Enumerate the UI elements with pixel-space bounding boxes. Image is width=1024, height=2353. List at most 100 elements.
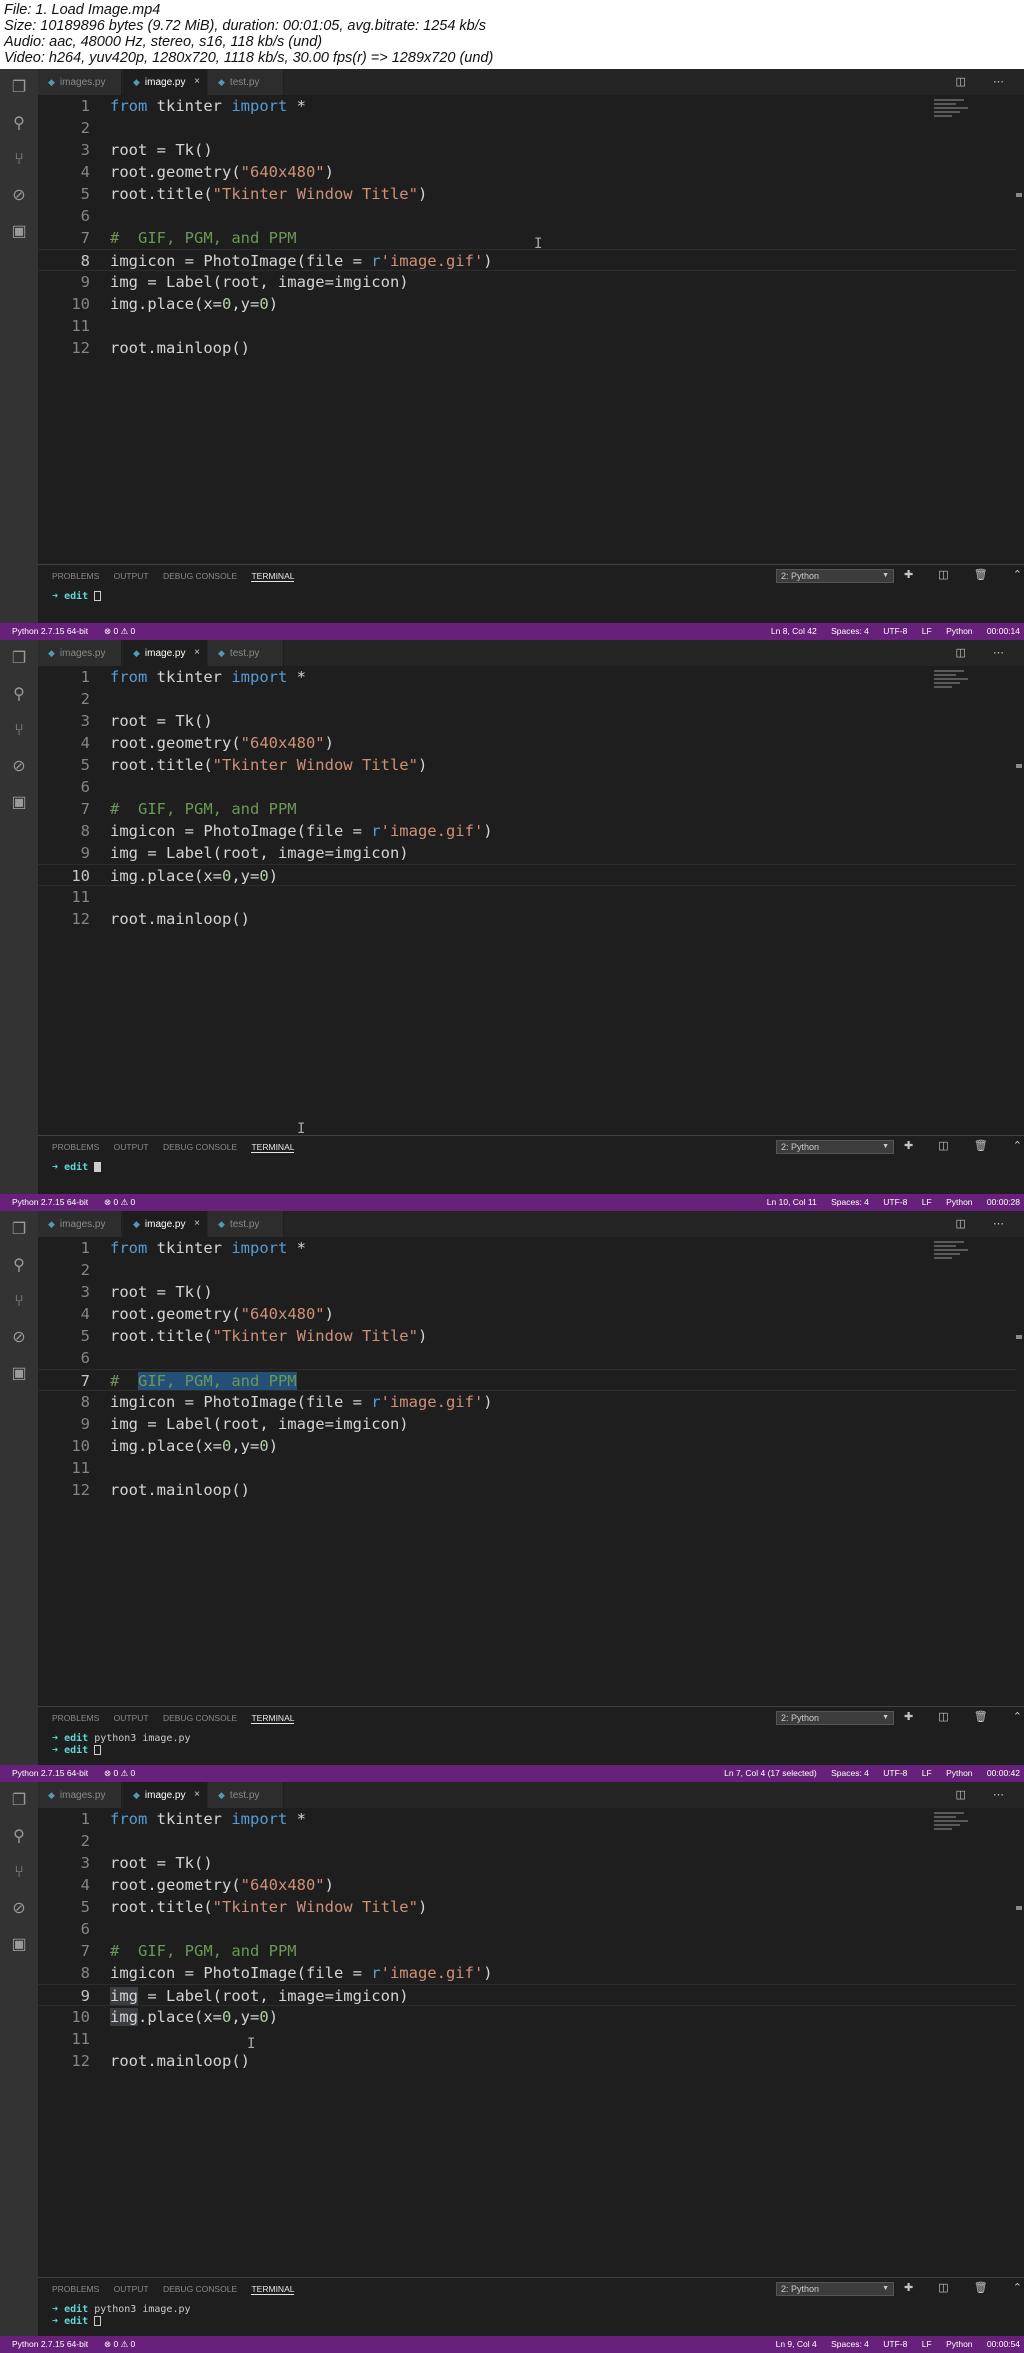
extensions-icon[interactable]: ▣ <box>10 223 28 241</box>
language-mode[interactable]: Python <box>946 626 972 636</box>
tab-image-py[interactable]: ◆ image.py × <box>123 1782 207 1808</box>
tab-output[interactable]: OUTPUT <box>114 2284 149 2294</box>
cursor-position[interactable]: Ln 8, Col 42 <box>771 626 817 636</box>
debug-icon[interactable]: ⊘ <box>10 1329 28 1347</box>
tab-debug-console[interactable]: DEBUG CONSOLE <box>163 1713 237 1723</box>
terminal-select[interactable]: 2: Python ▼ <box>776 1140 894 1154</box>
files-icon[interactable]: ❐ <box>10 79 28 97</box>
terminal-select[interactable]: 2: Python ▼ <box>776 1711 894 1725</box>
editor-scrollbar[interactable] <box>1016 666 1022 966</box>
panel-actions[interactable]: ✚ ◫ 🗑 ⌃ ✕ <box>904 1139 1024 1152</box>
files-icon[interactable]: ❐ <box>10 650 28 668</box>
tab-test-py[interactable]: ◆ test.py <box>208 69 284 95</box>
tab-terminal[interactable]: TERMINAL <box>251 1713 295 1724</box>
close-tab-icon[interactable]: × <box>194 69 200 95</box>
editor-actions[interactable]: ◫ ⋯ <box>956 640 1016 666</box>
indentation[interactable]: Spaces: 4 <box>831 2339 869 2349</box>
python-interpreter[interactable]: Python 2.7.15 64-bit <box>12 1194 88 1211</box>
editor-actions[interactable]: ◫ ⋯ <box>956 1211 1016 1237</box>
cursor-position[interactable]: Ln 10, Col 11 <box>767 1197 817 1207</box>
panel-actions[interactable]: ✚ ◫ 🗑 ⌃ ✕ <box>904 1710 1024 1723</box>
tab-output[interactable]: OUTPUT <box>114 1713 149 1723</box>
encoding[interactable]: UTF-8 <box>883 2339 907 2349</box>
files-icon[interactable]: ❐ <box>10 1792 28 1810</box>
encoding[interactable]: UTF-8 <box>883 1768 907 1778</box>
code-editor[interactable]: 1 from tkinter import * 2 3 root = Tk() 4r… <box>38 1808 1016 2208</box>
tab-images-py[interactable]: ◆ images.py <box>38 640 122 666</box>
close-tab-icon[interactable]: × <box>194 1211 200 1237</box>
debug-icon[interactable]: ⊘ <box>10 1900 28 1918</box>
close-tab-icon[interactable]: × <box>194 1782 200 1808</box>
debug-icon[interactable]: ⊘ <box>10 187 28 205</box>
language-mode[interactable]: Python <box>946 1768 972 1778</box>
panel-actions[interactable]: ✚ ◫ 🗑 ⌃ ✕ <box>904 568 1024 581</box>
tab-debug-console[interactable]: DEBUG CONSOLE <box>163 2284 237 2294</box>
cursor-position[interactable]: Ln 7, Col 4 (17 selected) <box>724 1768 817 1778</box>
minimap[interactable] <box>934 1812 978 1840</box>
tab-image-py[interactable]: ◆ image.py × <box>123 640 207 666</box>
tab-terminal[interactable]: TERMINAL <box>251 1142 295 1153</box>
tab-test-py[interactable]: ◆ test.py <box>208 1211 284 1237</box>
tab-image-py[interactable]: ◆ image.py × <box>123 69 207 95</box>
tab-problems[interactable]: PROBLEMS <box>52 571 99 581</box>
code-editor[interactable]: 1 from tkinter import * 2 3 root = Tk() 4r… <box>38 666 1016 1066</box>
editor-scrollbar[interactable] <box>1016 95 1022 395</box>
editor-scrollbar[interactable] <box>1016 1808 1022 2108</box>
python-interpreter[interactable]: Python 2.7.15 64-bit <box>12 2336 88 2353</box>
indentation[interactable]: Spaces: 4 <box>831 626 869 636</box>
terminal-select[interactable]: 2: Python ▼ <box>776 2282 894 2296</box>
tab-test-py[interactable]: ◆ test.py <box>208 640 284 666</box>
tab-output[interactable]: OUTPUT <box>114 1142 149 1152</box>
tab-problems[interactable]: PROBLEMS <box>52 1713 99 1723</box>
problems-count[interactable]: ⊗ 0 ⚠ 0 <box>104 2336 135 2353</box>
tab-images-py[interactable]: ◆ images.py <box>38 1782 122 1808</box>
indentation[interactable]: Spaces: 4 <box>831 1768 869 1778</box>
source-control-icon[interactable]: ⑂ <box>10 722 28 740</box>
terminal-output[interactable]: ➜ edit <box>52 1162 102 1174</box>
line-ending[interactable]: LF <box>922 1197 932 1207</box>
tab-debug-console[interactable]: DEBUG CONSOLE <box>163 1142 237 1152</box>
python-interpreter[interactable]: Python 2.7.15 64-bit <box>12 623 88 640</box>
source-control-icon[interactable]: ⑂ <box>10 151 28 169</box>
extensions-icon[interactable]: ▣ <box>10 1365 28 1383</box>
python-interpreter[interactable]: Python 2.7.15 64-bit <box>12 1765 88 1782</box>
code-editor[interactable]: 1 from tkinter import * 2 3 root = Tk() 4r… <box>38 95 1016 495</box>
panel-actions[interactable]: ✚ ◫ 🗑 ⌃ ✕ <box>904 2281 1024 2294</box>
minimap[interactable] <box>934 1241 978 1269</box>
problems-count[interactable]: ⊗ 0 ⚠ 0 <box>104 1194 135 1211</box>
tab-test-py[interactable]: ◆ test.py <box>208 1782 284 1808</box>
language-mode[interactable]: Python <box>946 1197 972 1207</box>
debug-icon[interactable]: ⊘ <box>10 758 28 776</box>
search-icon[interactable]: ⚲ <box>10 115 28 133</box>
tab-images-py[interactable]: ◆ images.py <box>38 69 122 95</box>
tab-terminal[interactable]: TERMINAL <box>251 2284 295 2295</box>
extensions-icon[interactable]: ▣ <box>10 1936 28 1954</box>
terminal-output[interactable]: ➜ edit python3 image.py ➜ edit <box>52 1733 191 1757</box>
tab-problems[interactable]: PROBLEMS <box>52 1142 99 1152</box>
search-icon[interactable]: ⚲ <box>10 1828 28 1846</box>
tab-image-py[interactable]: ◆ image.py × <box>123 1211 207 1237</box>
minimap[interactable] <box>934 670 978 698</box>
minimap[interactable] <box>934 99 978 127</box>
terminal-select[interactable]: 2: Python ▼ <box>776 569 894 583</box>
encoding[interactable]: UTF-8 <box>883 626 907 636</box>
tab-images-py[interactable]: ◆ images.py <box>38 1211 122 1237</box>
terminal-output[interactable]: ➜ edit python3 image.py ➜ edit <box>52 2304 191 2328</box>
close-tab-icon[interactable]: × <box>194 640 200 666</box>
line-ending[interactable]: LF <box>922 626 932 636</box>
search-icon[interactable]: ⚲ <box>10 1257 28 1275</box>
extensions-icon[interactable]: ▣ <box>10 794 28 812</box>
source-control-icon[interactable]: ⑂ <box>10 1293 28 1311</box>
tab-problems[interactable]: PROBLEMS <box>52 2284 99 2294</box>
tab-output[interactable]: OUTPUT <box>114 571 149 581</box>
cursor-position[interactable]: Ln 9, Col 4 <box>776 2339 817 2349</box>
tab-terminal[interactable]: TERMINAL <box>251 571 295 582</box>
encoding[interactable]: UTF-8 <box>883 1197 907 1207</box>
editor-actions[interactable]: ◫ ⋯ <box>956 1782 1016 1808</box>
editor-actions[interactable]: ◫ ⋯ <box>956 69 1016 95</box>
terminal-output[interactable]: ➜ edit <box>52 591 102 603</box>
line-ending[interactable]: LF <box>922 2339 932 2349</box>
indentation[interactable]: Spaces: 4 <box>831 1197 869 1207</box>
search-icon[interactable]: ⚲ <box>10 686 28 704</box>
problems-count[interactable]: ⊗ 0 ⚠ 0 <box>104 1765 135 1782</box>
